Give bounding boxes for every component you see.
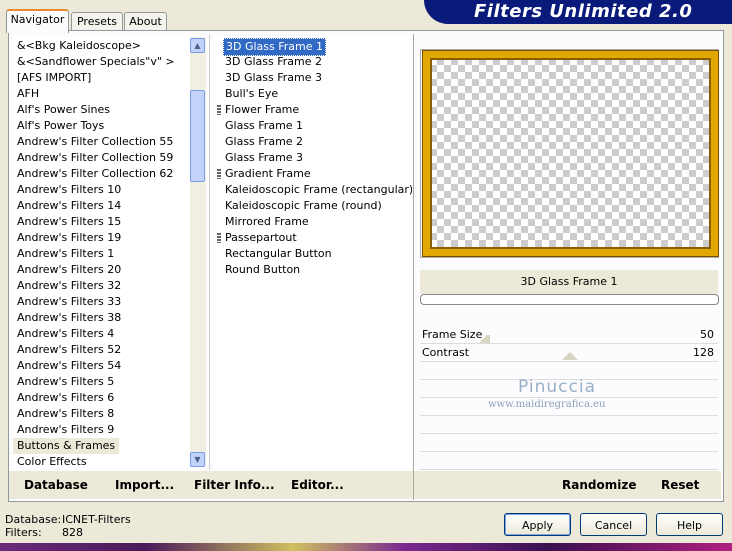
category-item[interactable]: Andrew's Filters 19 <box>13 230 121 246</box>
chevron-down-icon[interactable]: ▼ <box>190 452 205 467</box>
filter-item[interactable]: Glass Frame 3 <box>223 150 305 166</box>
category-item[interactable]: Andrew's Filters 52 <box>13 342 121 358</box>
filter-item[interactable]: Kaleidoscopic Frame (rectangular) <box>223 182 412 198</box>
category-item[interactable]: AFH <box>13 86 39 102</box>
filter-item[interactable]: 3D Glass Frame 2 <box>223 54 324 70</box>
param-label: Contrast <box>422 346 470 359</box>
category-item[interactable]: Andrew's Filters 32 <box>13 278 121 294</box>
background-image-strip <box>0 543 732 551</box>
category-item[interactable]: Andrew's Filters 10 <box>13 182 121 198</box>
category-item[interactable]: Andrew's Filter Collection 62 <box>13 166 173 182</box>
filter-info-button[interactable]: Filter Info... <box>194 478 275 492</box>
app-title: Filters Unlimited 2.0 <box>474 1 693 22</box>
preview-frame <box>423 51 718 256</box>
watermark-url: www.maidiregrafica.eu <box>488 399 606 410</box>
cancel-button[interactable]: Cancel <box>580 513 647 536</box>
editor-button[interactable]: Editor... <box>291 478 344 492</box>
category-item[interactable]: Andrew's Filter Collection 59 <box>13 150 173 166</box>
param-value: 50 <box>700 328 714 341</box>
slider-thumb[interactable] <box>476 335 490 343</box>
category-item[interactable]: Andrew's Filter Collection 55 <box>13 134 173 150</box>
category-item[interactable]: Andrew's Filters 9 <box>13 422 114 438</box>
filters-count: 828 <box>62 526 83 539</box>
category-item[interactable]: &<Bkg Kaleidoscope> <box>13 38 141 54</box>
category-item[interactable]: Andrew's Filters 6 <box>13 390 114 406</box>
filter-item[interactable]: Round Button <box>223 262 302 278</box>
reset-button[interactable]: Reset <box>661 478 699 492</box>
apply-button[interactable]: Apply <box>504 513 571 536</box>
category-item[interactable]: Andrew's Filters 5 <box>13 374 114 390</box>
category-item[interactable]: Andrew's Filters 1 <box>13 246 114 262</box>
category-item[interactable]: Alf's Power Toys <box>13 118 104 134</box>
category-item[interactable]: [AFS IMPORT] <box>13 70 91 86</box>
progress-bar <box>420 294 719 305</box>
category-item[interactable]: Andrew's Filters 15 <box>13 214 121 230</box>
category-item[interactable]: Andrew's Filters 33 <box>13 294 121 310</box>
category-item[interactable]: Andrew's Filters 14 <box>13 198 121 214</box>
category-item[interactable]: Andrew's Filters 4 <box>13 326 114 342</box>
filter-item[interactable]: Mirrored Frame <box>223 214 311 230</box>
database-button[interactable]: Database <box>24 478 88 492</box>
category-item[interactable]: Andrew's Filters 54 <box>13 358 121 374</box>
category-item[interactable]: Color Effects <box>13 454 87 468</box>
import-button[interactable]: Import... <box>115 478 174 492</box>
filter-item[interactable]: Passepartout <box>223 230 299 246</box>
param-label: Frame Size <box>422 328 483 341</box>
param-value: 128 <box>693 346 714 359</box>
group-marker-icon <box>217 105 221 115</box>
filter-name-label: 3D Glass Frame 1 <box>420 270 718 294</box>
category-item[interactable]: Alf's Power Sines <box>13 102 110 118</box>
category-list[interactable]: &<Bkg Kaleidoscope> &<Sandflower Specials… <box>13 36 189 468</box>
group-marker-icon <box>217 233 221 243</box>
filter-item[interactable]: Kaleidoscopic Frame (round) <box>223 198 384 214</box>
filter-item[interactable]: Bull's Eye <box>223 86 280 102</box>
category-item[interactable]: Buttons & Frames <box>13 438 120 454</box>
filter-item[interactable]: 3D Glass Frame 3 <box>223 70 324 86</box>
filter-item[interactable]: Glass Frame 2 <box>223 134 305 150</box>
watermark-title: Pinuccia <box>518 377 596 397</box>
param-row-frame-size[interactable]: Frame Size 50 <box>420 326 718 344</box>
category-item[interactable]: Andrew's Filters 20 <box>13 262 121 278</box>
group-marker-icon <box>217 169 221 179</box>
category-item[interactable]: Andrew's Filters 8 <box>13 406 114 422</box>
slider-thumb[interactable] <box>562 352 578 360</box>
divider <box>413 34 414 500</box>
filter-list[interactable]: 3D Glass Frame 1 3D Glass Frame 2 3D Glass… <box>213 36 412 468</box>
param-row-empty <box>420 434 718 452</box>
filter-item[interactable]: Glass Frame 1 <box>223 118 305 134</box>
database-value: ICNET-Filters <box>62 513 131 526</box>
database-label: Database: <box>5 513 62 526</box>
category-scroll-thumb[interactable] <box>190 90 205 182</box>
category-item[interactable]: Andrew's Filters 38 <box>13 310 121 326</box>
filter-item[interactable]: Gradient Frame <box>223 166 313 182</box>
chevron-up-icon[interactable]: ▲ <box>190 38 205 53</box>
param-row-empty <box>420 416 718 434</box>
param-row-contrast[interactable]: Contrast 128 <box>420 344 718 362</box>
tab-about[interactable]: About <box>124 12 167 31</box>
help-button[interactable]: Help <box>656 513 723 536</box>
filters-label: Filters: <box>5 526 42 539</box>
randomize-button[interactable]: Randomize <box>562 478 636 492</box>
divider <box>209 34 210 470</box>
tab-presets[interactable]: Presets <box>71 12 123 31</box>
category-item[interactable]: &<Sandflower Specials"v" > <box>13 54 175 70</box>
filter-item[interactable]: Rectangular Button <box>223 246 334 262</box>
filter-item[interactable]: Flower Frame <box>223 102 301 118</box>
param-row-empty <box>420 452 718 470</box>
tab-navigator[interactable]: Navigator <box>6 9 69 33</box>
